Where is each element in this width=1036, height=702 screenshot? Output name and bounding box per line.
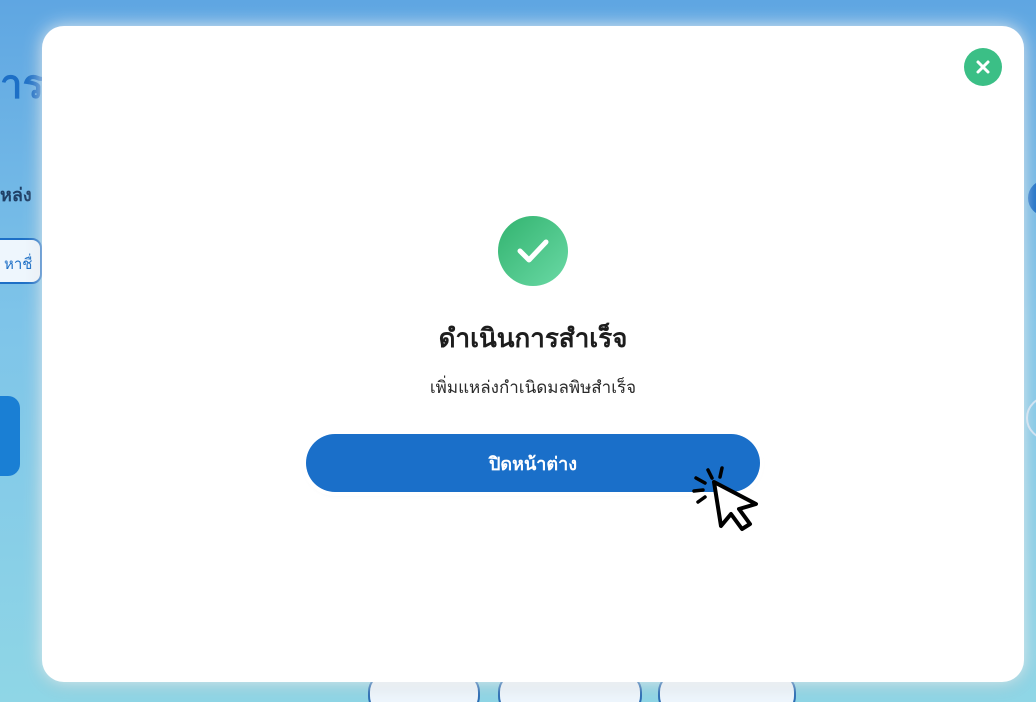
background-step-indicator-outline [1026,396,1036,440]
modal-close-button[interactable] [964,48,1002,86]
background-field-label: หล่ง [0,185,32,206]
modal-message: เพิ่มแหล่งกำเนิดมลพิษสำเร็จ [429,378,637,398]
background-step-indicator [1028,180,1036,216]
background-side-button [0,396,20,476]
success-modal: ดำเนินการสำเร็จ เพิ่มแหล่งกำเนิดมลพิษสำเ… [42,26,1024,682]
mouse-pointer-icon [692,466,758,531]
background-search-input: หาชื่ [0,238,42,284]
close-icon [976,60,990,74]
close-window-button-label: ปิดหน้าต่าง [489,453,577,475]
modal-title: ดำเนินการสำเร็จ [438,324,628,354]
check-circle-icon [498,216,568,286]
